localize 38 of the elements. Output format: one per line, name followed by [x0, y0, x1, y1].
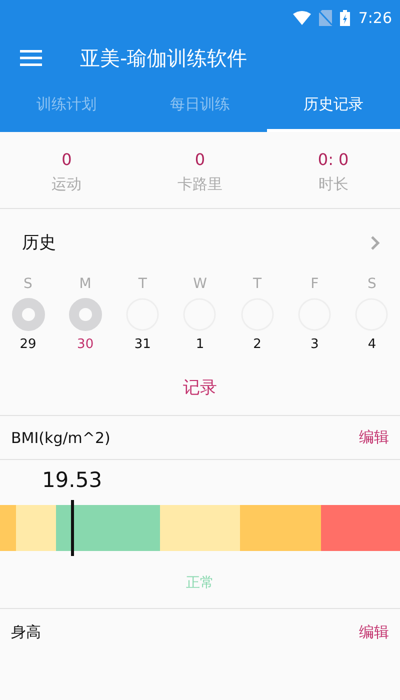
weekday-label: W	[193, 276, 207, 292]
menu-icon[interactable]	[20, 50, 42, 66]
stat-label: 运动	[52, 175, 82, 194]
history-title: 历史	[22, 232, 56, 254]
status-time: 7:26	[358, 9, 392, 27]
weekday-label: T	[138, 276, 147, 292]
date-label[interactable]: 29	[20, 337, 36, 352]
ring-icon[interactable]	[68, 298, 102, 331]
date-label[interactable]: 3	[310, 337, 319, 352]
stat-label: 卡路里	[177, 175, 222, 194]
date-label[interactable]: 31	[134, 337, 151, 352]
weekday-label: F	[310, 276, 319, 292]
app-title: 亚美-瑜伽训练软件	[80, 44, 248, 72]
height-title: 身高	[11, 622, 41, 642]
ring-icon[interactable]	[12, 298, 44, 331]
weekday-label: T	[253, 276, 262, 292]
weekday-label: S	[368, 276, 376, 292]
bmi-title: BMI(kg/m^2)	[11, 428, 110, 446]
edit-button[interactable]: 编辑	[359, 622, 389, 642]
stat-label: 时长	[318, 175, 348, 194]
stat-value: 0: 0	[318, 150, 349, 169]
date-label[interactable]: 2	[253, 337, 262, 352]
edit-button[interactable]: 编辑	[359, 428, 389, 447]
bmi-value: 19.53	[42, 468, 102, 492]
stat-value: 0	[62, 150, 72, 169]
no-sim-icon	[319, 10, 332, 26]
weekday-label: S	[24, 276, 32, 292]
date-label[interactable]: 1	[196, 337, 204, 352]
wifi-icon	[293, 11, 312, 25]
date-label[interactable]: 4	[368, 337, 376, 352]
date-label[interactable]: 30	[77, 337, 94, 352]
record-button[interactable]: 记录	[173, 370, 227, 405]
bmi-status: 正常	[0, 550, 400, 609]
tab[interactable]: 历史记录	[266, 80, 400, 132]
stat-value: 0	[194, 150, 206, 169]
chevron-right-icon[interactable]	[370, 234, 380, 250]
battery-icon	[340, 10, 350, 26]
weekday-label: M	[79, 276, 92, 292]
